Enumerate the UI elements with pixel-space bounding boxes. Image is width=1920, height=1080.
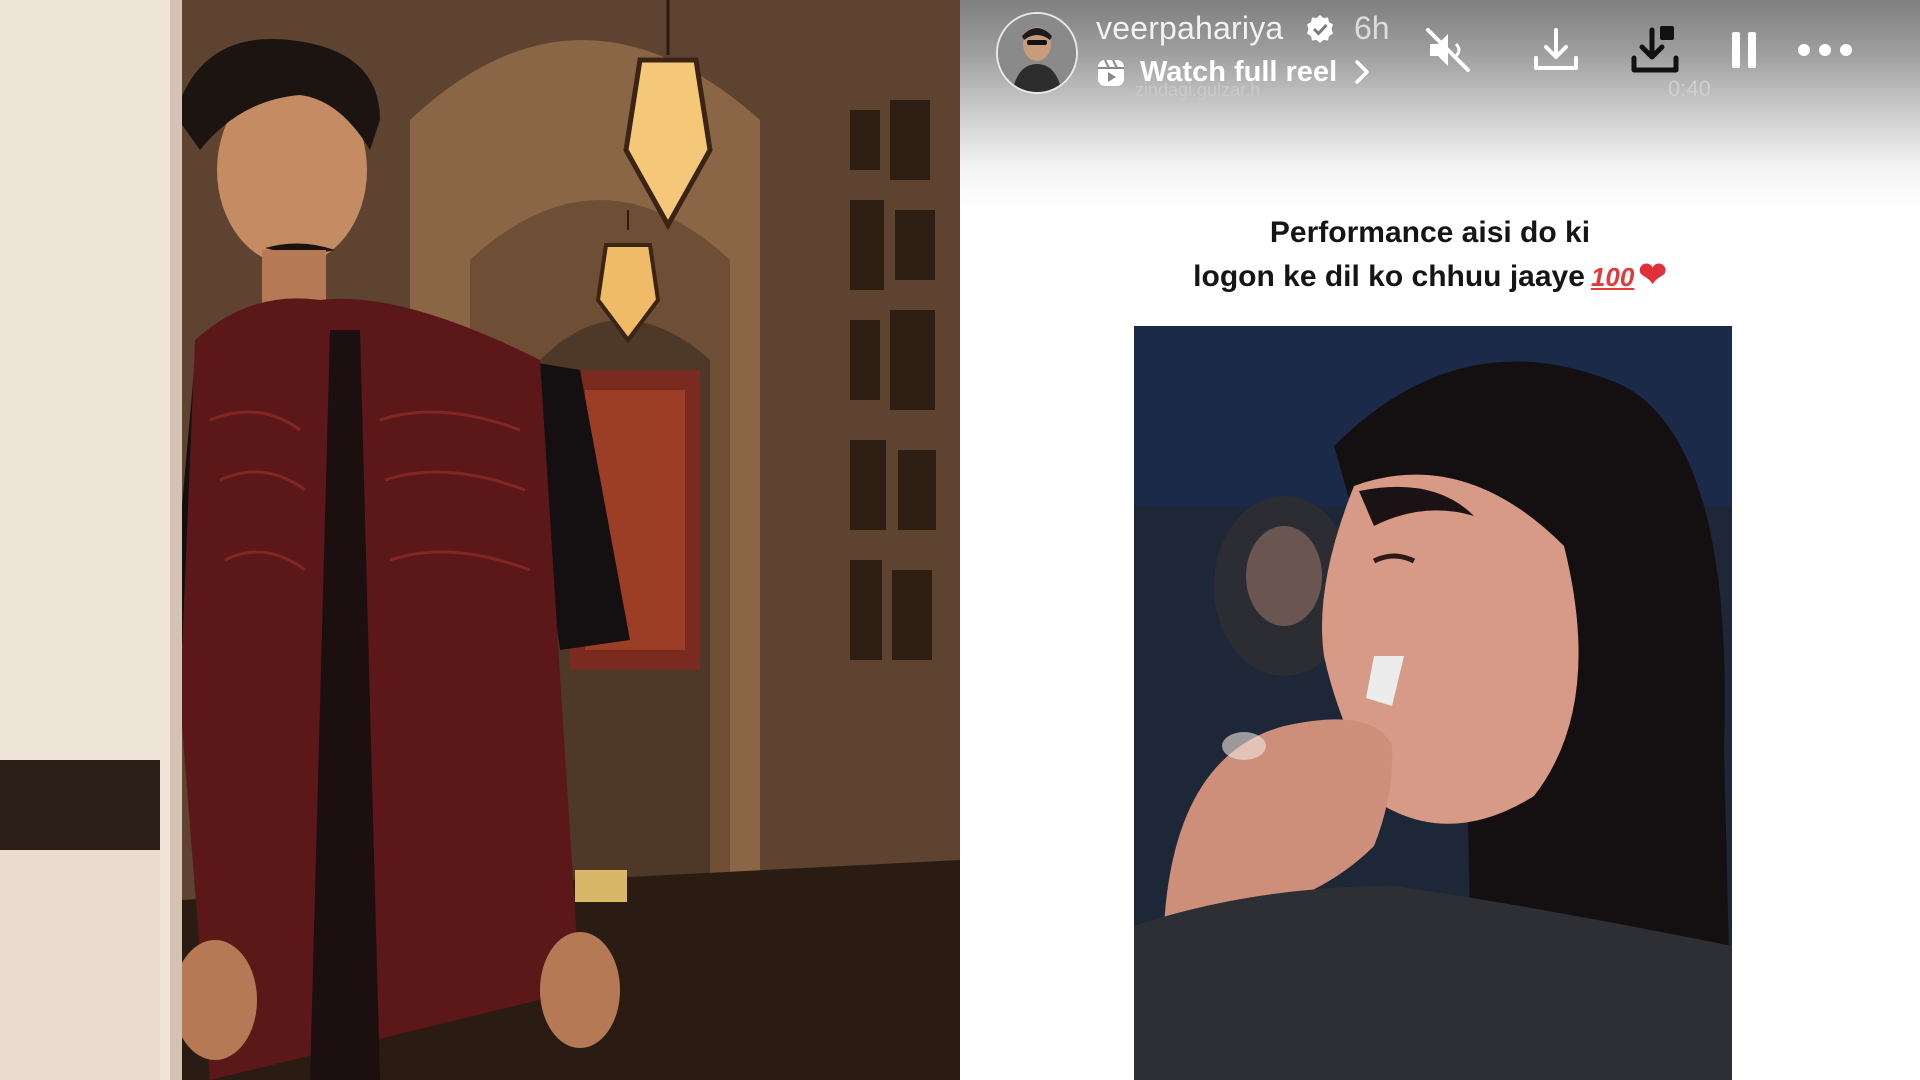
caption-line-2-text: logon ke dil ko chhuu jaaye: [1193, 260, 1585, 293]
caption-line-2: logon ke dil ko chhuu jaaye 100 ❤: [1110, 254, 1750, 298]
story-caption: Performance aisi do ki logon ke dil ko c…: [1110, 212, 1750, 298]
avatar[interactable]: [996, 12, 1078, 94]
pause-icon[interactable]: [1716, 22, 1772, 78]
embedded-video[interactable]: [1134, 326, 1732, 1080]
hundred-points-icon: 100: [1590, 262, 1635, 292]
reel-icon: [1098, 59, 1124, 86]
story-viewer: veerpahariya 6h zindagi.gulzar.h Watch f…: [960, 0, 1920, 1080]
save-download-icon[interactable]: [1628, 22, 1684, 78]
download-icon[interactable]: [1528, 22, 1584, 78]
speaker-muted-icon[interactable]: [1420, 22, 1476, 78]
chevron-right-icon[interactable]: [1350, 58, 1374, 86]
video-time: 0:40: [1668, 76, 1711, 101]
caption-line-1: Performance aisi do ki: [1269, 216, 1591, 249]
watch-full-reel-link[interactable]: Watch full reel: [1140, 56, 1337, 89]
portrait-photo: [0, 0, 960, 1080]
heart-icon: ❤: [1638, 256, 1667, 294]
timestamp: 6h: [1354, 10, 1390, 46]
more-options-icon[interactable]: [1790, 22, 1860, 78]
verified-badge-icon: [1307, 15, 1333, 43]
screen: veerpahariya 6h zindagi.gulzar.h Watch f…: [0, 0, 1920, 1080]
username[interactable]: veerpahariya: [1096, 10, 1283, 47]
